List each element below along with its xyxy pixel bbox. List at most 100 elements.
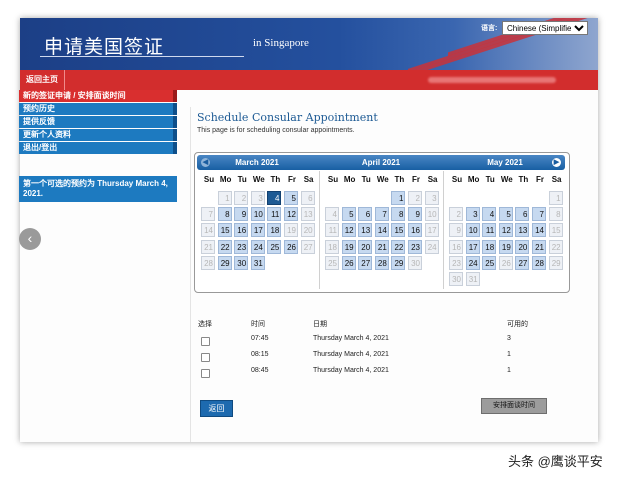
weekday-label: Mo — [219, 175, 232, 184]
first-available-note: 第一个可选的预约为 Thursday March 4, 2021. — [19, 176, 177, 202]
weekday-label: Su — [327, 175, 339, 184]
calendar-day-available[interactable]: 28 — [532, 255, 546, 270]
calendar-day-unavailable: 11 — [325, 223, 339, 238]
calendar-day-unavailable: 17 — [424, 223, 439, 238]
slot-available: 3 — [507, 335, 511, 342]
weekday-label: Mo — [467, 175, 480, 184]
slot-checkbox[interactable] — [201, 337, 210, 346]
calendar-day-available[interactable]: 23 — [408, 239, 422, 254]
back-button[interactable]: 返回 — [200, 400, 233, 417]
sidebar-item-history[interactable]: 预约历史 — [19, 103, 177, 115]
sidebar: 新的签证申请 / 安排面谈时间 预约历史 提供反馈 更新个人资料 退出/登出 第… — [19, 90, 177, 202]
slot-time: 08:15 — [251, 351, 269, 358]
month-title: May 2021 — [487, 158, 523, 167]
calendar-day-available[interactable]: 12 — [284, 207, 298, 222]
calendar-day-available[interactable]: 28 — [374, 255, 389, 270]
calendar-day-available[interactable]: 5 — [498, 207, 513, 222]
top-nav-bar: 返回主页 — [20, 70, 598, 90]
calendar-day-available[interactable]: 1 — [391, 191, 406, 205]
calendar-day-available[interactable]: 21 — [374, 239, 389, 254]
calendar-day-available[interactable]: 27 — [358, 255, 373, 270]
calendar-header: ◀ March 2021 April 2021 May 2021 ▶ — [197, 155, 565, 170]
sidebar-item-profile[interactable]: 更新个人资料 — [19, 129, 177, 141]
month-divider — [443, 171, 444, 289]
calendar-day-available[interactable]: 14 — [374, 223, 389, 238]
weekday-label: Su — [451, 175, 463, 184]
calendar-day-available[interactable]: 25 — [482, 255, 497, 270]
calendar-day-available[interactable]: 11 — [482, 223, 497, 238]
calendar-day-available[interactable]: 24 — [465, 255, 480, 270]
calendar-day-available[interactable]: 29 — [217, 255, 232, 270]
language-label: 语言: — [481, 25, 498, 32]
calendar-day-selected[interactable]: 4 — [267, 191, 282, 205]
calendar-day-available[interactable]: 22 — [391, 239, 406, 254]
language-select[interactable]: Chinese (Simplified) — [502, 21, 588, 35]
calendar-day-available[interactable]: 16 — [234, 223, 249, 238]
slot-date: Thursday March 4, 2021 — [313, 367, 389, 374]
month-divider — [319, 171, 320, 289]
calendar-day-available[interactable]: 26 — [284, 239, 298, 254]
calendar-day-available[interactable]: 7 — [374, 207, 389, 222]
calendar-day-available[interactable]: 17 — [250, 223, 265, 238]
calendar-day-available[interactable]: 6 — [358, 207, 373, 222]
month-title: April 2021 — [361, 158, 401, 167]
weekday-label: Sa — [427, 175, 438, 184]
sidebar-item-new-application[interactable]: 新的签证申请 / 安排面谈时间 — [19, 90, 177, 102]
calendar-day-available[interactable]: 19 — [498, 239, 513, 254]
scroll-left-button[interactable]: ‹ — [19, 228, 41, 250]
calendar-day-available[interactable]: 7 — [532, 207, 546, 222]
calendar-day-available[interactable]: 26 — [341, 255, 356, 270]
calendar-day-available[interactable]: 9 — [408, 207, 422, 222]
home-link[interactable]: 返回主页 — [20, 70, 65, 90]
schedule-interview-button[interactable]: 安排面谈时间 — [481, 398, 547, 414]
next-month-icon[interactable]: ▶ — [552, 158, 561, 167]
calendar-day-available[interactable]: 27 — [515, 255, 530, 270]
weekday-label: Mo — [343, 175, 356, 184]
chevron-left-icon: ‹ — [27, 230, 33, 246]
calendar-day-available[interactable]: 23 — [234, 239, 249, 254]
calendar-day-available[interactable]: 25 — [267, 239, 282, 254]
calendar-day-available[interactable]: 5 — [341, 207, 356, 222]
calendar-day-available[interactable]: 29 — [391, 255, 406, 270]
calendar-day-available[interactable]: 21 — [532, 239, 546, 254]
calendar-day-available[interactable]: 18 — [482, 239, 497, 254]
calendar-day-available[interactable]: 8 — [217, 207, 232, 222]
calendar-day-available[interactable]: 13 — [515, 223, 530, 238]
slot-checkbox[interactable] — [201, 353, 210, 362]
calendar-day-available[interactable]: 12 — [341, 223, 356, 238]
calendar-day-available[interactable]: 20 — [358, 239, 373, 254]
sidebar-item-logout[interactable]: 退出/登出 — [19, 142, 177, 154]
calendar-day-available[interactable]: 18 — [267, 223, 282, 238]
slot-checkbox[interactable] — [201, 369, 210, 378]
calendar-day-available[interactable]: 31 — [250, 255, 265, 270]
calendar-day-available[interactable]: 10 — [250, 207, 265, 222]
col-header-available: 可用的 — [507, 321, 528, 328]
calendar-day-available[interactable]: 5 — [284, 191, 298, 205]
weekday-label: We — [252, 175, 265, 184]
calendar-day-available[interactable]: 4 — [482, 207, 497, 222]
calendar-day-available[interactable]: 15 — [391, 223, 406, 238]
calendar-day-available[interactable]: 9 — [234, 207, 249, 222]
calendar-day-available[interactable]: 12 — [498, 223, 513, 238]
calendar-day-available[interactable]: 10 — [465, 223, 480, 238]
calendar-day-available[interactable]: 3 — [465, 207, 480, 222]
calendar-day-available[interactable]: 8 — [391, 207, 406, 222]
sidebar-item-feedback[interactable]: 提供反馈 — [19, 116, 177, 128]
calendar-day-unavailable: 29 — [548, 255, 563, 270]
calendar-day-available[interactable]: 14 — [532, 223, 546, 238]
weekday-label: Tu — [237, 175, 247, 184]
calendar-day-available[interactable]: 19 — [341, 239, 356, 254]
calendar-day-available[interactable]: 24 — [250, 239, 265, 254]
calendar-day-available[interactable]: 30 — [234, 255, 249, 270]
calendar-day-unavailable: 27 — [300, 239, 315, 254]
calendar-day-available[interactable]: 16 — [408, 223, 422, 238]
calendar-day-available[interactable]: 20 — [515, 239, 530, 254]
calendar-day-unavailable: 9 — [449, 223, 463, 238]
calendar-day-available[interactable]: 11 — [267, 207, 282, 222]
calendar-day-available[interactable]: 15 — [217, 223, 232, 238]
calendar-day-available[interactable]: 13 — [358, 223, 373, 238]
calendar-day-available[interactable]: 17 — [465, 239, 480, 254]
calendar-day-available[interactable]: 6 — [515, 207, 530, 222]
calendar-day-available[interactable]: 22 — [217, 239, 232, 254]
weekday-label: Su — [203, 175, 215, 184]
